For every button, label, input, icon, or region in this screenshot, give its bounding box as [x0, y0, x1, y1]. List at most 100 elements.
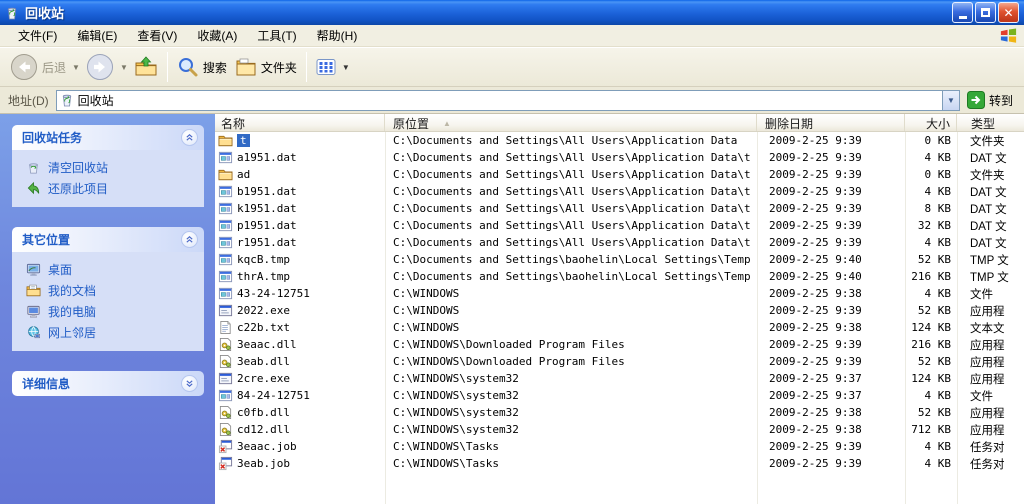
sidebar-panel-header[interactable]: 其它位置 — [12, 227, 204, 252]
close-icon: ✕ — [1003, 5, 1014, 20]
search-button[interactable]: 搜索 — [173, 54, 231, 80]
forward-button[interactable] — [82, 51, 118, 83]
dat-file-icon — [218, 252, 233, 267]
file-row[interactable]: a1951.dat C:\Documents and Settings\All U… — [215, 149, 1024, 166]
sidebar-panel-header[interactable]: 回收站任务 — [12, 125, 204, 150]
file-name: 2022.exe — [237, 304, 290, 317]
file-row[interactable]: 3eab.job C:\WINDOWS\Tasks 2009-2-25 9:39 4 … — [215, 455, 1024, 472]
file-size-cell: 32 KB — [905, 217, 957, 234]
file-row[interactable]: p1951.dat C:\Documents and Settings\All U… — [215, 217, 1024, 234]
file-row[interactable]: 84-24-12751 C:\WINDOWS\system32 2009-2-25 … — [215, 387, 1024, 404]
views-button[interactable]: ▼ — [312, 55, 356, 79]
menu-item[interactable]: 收藏(A) — [187, 24, 247, 47]
forward-dropdown-icon[interactable]: ▼ — [120, 63, 128, 72]
file-row[interactable]: 2cre.exe C:\WINDOWS\system32 2009-2-25 9:3… — [215, 370, 1024, 387]
column-header-size[interactable]: 大小 — [905, 114, 957, 131]
close-button[interactable]: ✕ — [998, 2, 1019, 23]
file-name-cell: 43-24-12751 — [215, 285, 385, 302]
menu-item[interactable]: 编辑(E) — [67, 24, 127, 47]
column-header-label: 原位置 — [393, 117, 430, 131]
up-button[interactable] — [130, 53, 162, 81]
sidebar-item[interactable]: 网上邻居 — [20, 322, 200, 343]
file-row[interactable]: thrA.tmp C:\Documents and Settings\baohel… — [215, 268, 1024, 285]
sidebar-item-label: 清空回收站 — [48, 161, 109, 175]
file-row[interactable]: b1951.dat C:\Documents and Settings\All U… — [215, 183, 1024, 200]
address-dropdown-button[interactable]: ▼ — [941, 90, 959, 110]
file-name-cell: a1951.dat — [215, 149, 385, 166]
file-location: C:\Documents and Settings\baohelin\Local… — [393, 253, 751, 266]
file-row[interactable]: r1951.dat C:\Documents and Settings\All U… — [215, 234, 1024, 251]
file-row[interactable]: 3eaac.dll C:\WINDOWS\Downloaded Program F… — [215, 336, 1024, 353]
chevron-down-icon[interactable] — [181, 375, 198, 392]
file-row[interactable]: kqcB.tmp C:\Documents and Settings\baohel… — [215, 251, 1024, 268]
sidebar-item[interactable]: 我的电脑 — [20, 301, 200, 322]
go-button[interactable]: 转到 — [960, 91, 1020, 109]
back-button[interactable]: 后退 — [6, 51, 70, 83]
sidebar-item-label: 桌面 — [48, 263, 73, 277]
file-name-cell: kqcB.tmp — [215, 251, 385, 268]
file-date: 2009-2-25 9:39 — [769, 219, 862, 232]
file-date: 2009-2-25 9:38 — [769, 321, 862, 334]
file-location: C:\WINDOWS\system32 — [393, 389, 519, 402]
sidebar-item[interactable]: 还原此项目 — [20, 178, 200, 199]
file-row[interactable]: 43-24-12751 C:\WINDOWS 2009-2-25 9:38 4 KB 文… — [215, 285, 1024, 302]
file-date-cell: 2009-2-25 9:39 — [757, 166, 905, 183]
menu-items: 文件(F) 编辑(E) 查看(V) 收藏(A) 工具(T) 帮助(H) — [8, 24, 367, 47]
file-type-cell: 文件 — [957, 387, 1024, 404]
toolbar: 后退 ▼ ▼ 搜索 文件夹 ▼ — [0, 47, 1024, 87]
menu-item[interactable]: 工具(T) — [247, 24, 306, 47]
column-header-date[interactable]: 删除日期 — [757, 114, 905, 131]
back-dropdown-icon[interactable]: ▼ — [72, 63, 80, 72]
file-name-cell: c0fb.dll — [215, 404, 385, 421]
file-date: 2009-2-25 9:37 — [769, 372, 862, 385]
chevron-up-icon[interactable] — [181, 231, 198, 248]
file-row[interactable]: ad C:\Documents and Settings\All Users\Ap… — [215, 166, 1024, 183]
column-header-name[interactable]: 名称 — [215, 114, 385, 131]
restore-button[interactable] — [975, 2, 996, 23]
menu-item[interactable]: 帮助(H) — [307, 24, 368, 47]
sidebar-item[interactable]: 我的文档 — [20, 280, 200, 301]
sidebar-panel-header[interactable]: 详细信息 — [12, 371, 204, 396]
file-type: 文件 — [970, 288, 993, 301]
minimize-button[interactable] — [952, 2, 973, 23]
column-header-label: 类型 — [971, 117, 996, 131]
file-type: 应用程 — [970, 339, 1005, 352]
file-type: 文件 — [970, 390, 993, 403]
file-row[interactable]: k1951.dat C:\Documents and Settings\All U… — [215, 200, 1024, 217]
column-header-location[interactable]: 原位置 ▲ — [385, 114, 757, 131]
file-row[interactable]: 2022.exe C:\WINDOWS 2009-2-25 9:39 52 KB 应用程 — [215, 302, 1024, 319]
sidebar-panel-body: 桌面我的文档 我的电脑网上邻居 — [12, 252, 204, 351]
file-row[interactable]: t C:\Documents and Settings\All Users\App… — [215, 132, 1024, 149]
address-combo[interactable]: 回收站 ▼ — [55, 89, 960, 111]
file-location-cell: C:\Documents and Settings\All Users\Appl… — [385, 200, 757, 217]
file-row[interactable]: 3eab.dll C:\WINDOWS\Downloaded Program Fi… — [215, 353, 1024, 370]
dat-file-icon — [218, 286, 233, 301]
sidebar-item[interactable]: 清空回收站 — [20, 157, 200, 178]
file-location-cell: C:\WINDOWS\Downloaded Program Files — [385, 353, 757, 370]
file-row[interactable]: 3eaac.job C:\WINDOWS\Tasks 2009-2-25 9:39 4… — [215, 438, 1024, 455]
file-size-cell: 52 KB — [905, 353, 957, 370]
folders-button[interactable]: 文件夹 — [231, 54, 301, 80]
file-date-cell: 2009-2-25 9:37 — [757, 387, 905, 404]
file-date: 2009-2-25 9:38 — [769, 406, 862, 419]
file-size-cell: 4 KB — [905, 387, 957, 404]
column-header-label: 删除日期 — [765, 117, 814, 131]
file-row[interactable]: c22b.txt C:\WINDOWS 2009-2-25 9:38 124 KB 文本… — [215, 319, 1024, 336]
file-size-cell: 124 KB — [905, 370, 957, 387]
file-size-cell: 52 KB — [905, 302, 957, 319]
file-name-cell: b1951.dat — [215, 183, 385, 200]
address-label: 地址(D) — [8, 93, 49, 108]
sidebar-item[interactable]: 桌面 — [20, 259, 200, 280]
recycle-bin-window: 回收站 ✕ 文件(F) 编辑(E) 查看(V) 收藏(A) 工具(T) 帮助(H) 后退 … — [0, 0, 1024, 504]
chevron-up-icon[interactable] — [181, 129, 198, 146]
file-row[interactable]: cd12.dll C:\WINDOWS\system32 2009-2-25 9:3… — [215, 421, 1024, 438]
menu-item[interactable]: 文件(F) — [8, 24, 67, 47]
column-header-type[interactable]: 类型 — [957, 114, 1024, 131]
file-type: 应用程 — [970, 424, 1005, 437]
sidebar-item-label: 网上邻居 — [48, 326, 97, 340]
file-name-cell: 2022.exe — [215, 302, 385, 319]
file-name: ad — [237, 168, 251, 181]
file-row[interactable]: c0fb.dll C:\WINDOWS\system32 2009-2-25 9:3… — [215, 404, 1024, 421]
file-type: 应用程 — [970, 305, 1005, 318]
menu-item[interactable]: 查看(V) — [127, 24, 187, 47]
